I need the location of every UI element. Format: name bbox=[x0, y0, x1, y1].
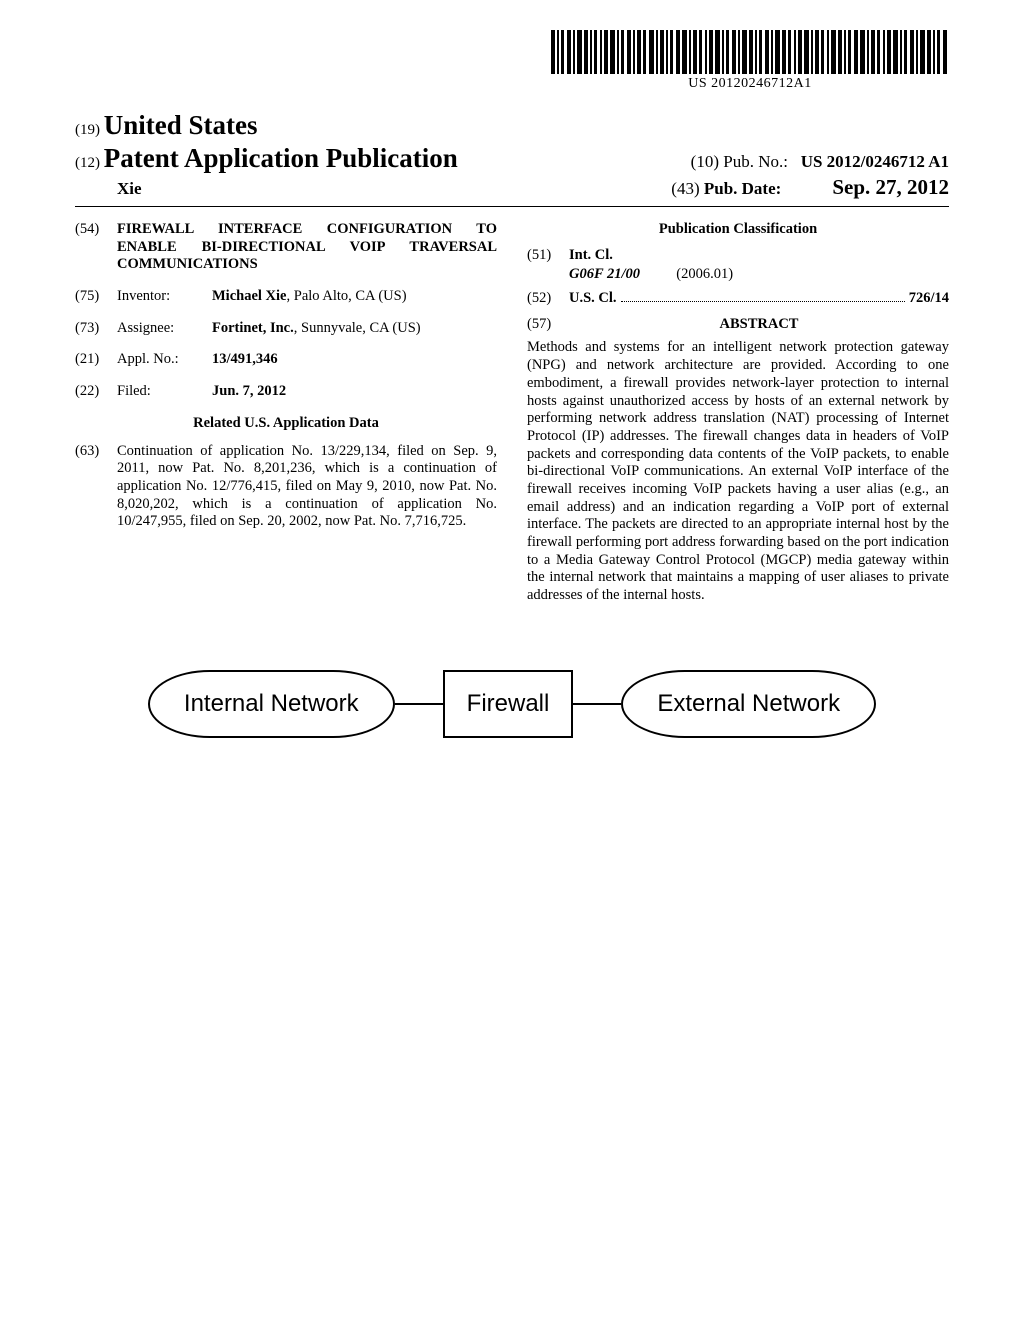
author-name: Xie bbox=[75, 179, 142, 199]
inventor-code: (75) bbox=[75, 288, 117, 306]
header-rule bbox=[75, 206, 949, 207]
barcode-graphic bbox=[551, 30, 949, 74]
diagram-edge bbox=[395, 703, 443, 706]
uscl-label: U.S. Cl. bbox=[569, 290, 617, 308]
patent-header: (19) United States (12) Patent Applicati… bbox=[75, 110, 949, 207]
intcl-class: G06F 21/00 bbox=[569, 266, 640, 282]
intcl-year: (2006.01) bbox=[676, 266, 733, 282]
inventor-location: , Palo Alto, CA (US) bbox=[287, 288, 407, 304]
related-code: (63) bbox=[75, 443, 117, 531]
uscl-code: (52) bbox=[527, 290, 569, 308]
figure-diagram: Internal Network Firewall External Netwo… bbox=[0, 670, 1024, 738]
pub-type-label: Patent Application Publication bbox=[104, 143, 458, 173]
filed-value: Jun. 7, 2012 bbox=[212, 383, 497, 401]
abstract-body: Methods and systems for an intelligent n… bbox=[527, 339, 949, 604]
inventor-label: Inventor: bbox=[117, 288, 212, 306]
applno-code: (21) bbox=[75, 351, 117, 369]
diagram-node-external: External Network bbox=[621, 670, 876, 738]
dotted-leader bbox=[621, 301, 905, 302]
intcl-code: (51) bbox=[527, 247, 569, 265]
abstract-label: ABSTRACT bbox=[569, 316, 949, 334]
barcode-block: US 20120246712A1 bbox=[551, 30, 949, 92]
title-code: (54) bbox=[75, 221, 117, 274]
pubno-code: (10) bbox=[691, 152, 719, 171]
assignee-name: Fortinet, Inc. bbox=[212, 320, 294, 336]
country-code: (19) bbox=[75, 122, 100, 138]
applno-label: Appl. No.: bbox=[117, 351, 212, 369]
inventor-name: Michael Xie bbox=[212, 288, 287, 304]
diagram-node-internal: Internal Network bbox=[148, 670, 395, 738]
body-columns: (54) FIREWALL INTERFACE CONFIGURATION TO… bbox=[75, 221, 949, 605]
filed-label: Filed: bbox=[117, 383, 212, 401]
pubdate-value: Sep. 27, 2012 bbox=[832, 175, 949, 199]
related-text: Continuation of application No. 13/229,1… bbox=[117, 443, 497, 531]
intcl-label: Int. Cl. bbox=[569, 247, 629, 265]
uscl-value: 726/14 bbox=[909, 290, 949, 308]
related-header: Related U.S. Application Data bbox=[75, 415, 497, 433]
pubclass-header: Publication Classification bbox=[527, 221, 949, 239]
pub-type-code: (12) bbox=[75, 155, 100, 171]
abstract-code: (57) bbox=[527, 316, 569, 334]
invention-title: FIREWALL INTERFACE CONFIGURATION TO ENAB… bbox=[117, 221, 497, 274]
barcode-text: US 20120246712A1 bbox=[551, 76, 949, 92]
pubno-value: US 2012/0246712 A1 bbox=[801, 152, 949, 171]
right-column: Publication Classification (51) Int. Cl.… bbox=[527, 221, 949, 605]
left-column: (54) FIREWALL INTERFACE CONFIGURATION TO… bbox=[75, 221, 497, 605]
diagram-node-firewall: Firewall bbox=[443, 670, 574, 738]
diagram-edge bbox=[573, 703, 621, 706]
assignee-code: (73) bbox=[75, 320, 117, 338]
pubdate-label: Pub. Date: bbox=[704, 179, 781, 198]
pubno-label: Pub. No.: bbox=[723, 152, 788, 171]
assignee-label: Assignee: bbox=[117, 320, 212, 338]
applno-value: 13/491,346 bbox=[212, 351, 497, 369]
filed-code: (22) bbox=[75, 383, 117, 401]
country-name: United States bbox=[104, 110, 258, 140]
pubdate-code: (43) bbox=[671, 179, 699, 198]
assignee-location: , Sunnyvale, CA (US) bbox=[294, 320, 421, 336]
